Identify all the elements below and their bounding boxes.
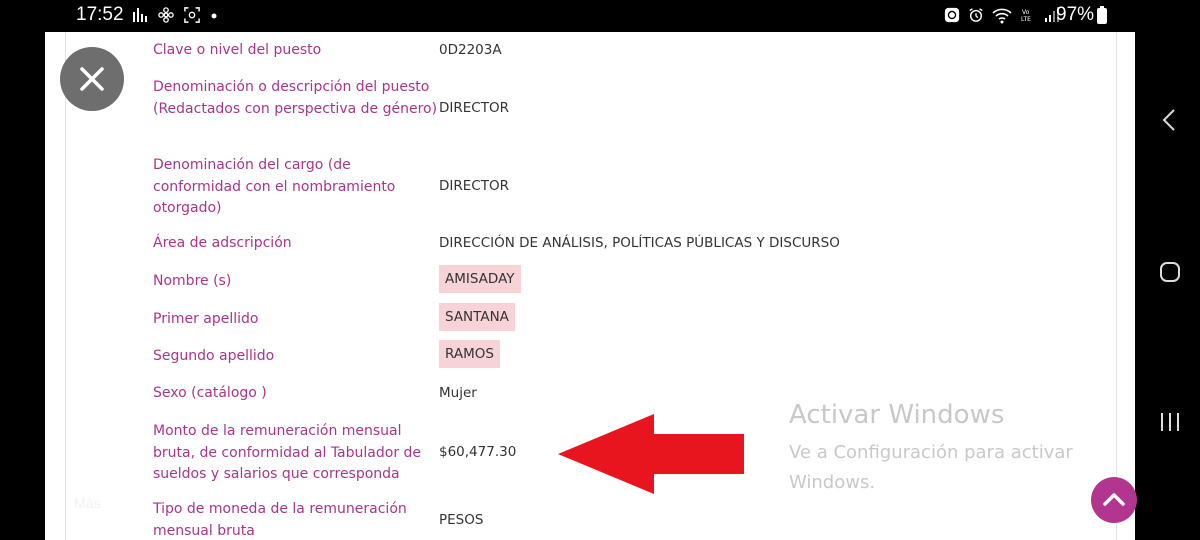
field-value-amount: $60,477.30 (439, 444, 517, 460)
more-label[interactable]: Más (74, 495, 100, 511)
field-value: Mujer (439, 385, 477, 401)
field-label: Primer apellido (153, 311, 259, 327)
close-icon (80, 67, 104, 91)
field-label: Clave o nivel del puesto (153, 42, 322, 58)
battery-icon (1097, 6, 1107, 24)
field-value: PESOS (439, 512, 484, 528)
field-label: Nombre (s) (153, 273, 232, 289)
recent-apps-icon[interactable] (1156, 408, 1184, 436)
svg-text:Vo: Vo (1022, 9, 1030, 16)
fan-icon (158, 7, 174, 23)
field-value: DIRECCIÓN DE ANÁLISIS, POLÍTICAS PÚBLICA… (439, 235, 840, 251)
status-bar: 17:52 Vo LTE 97% (0, 0, 1200, 32)
close-button[interactable] (60, 47, 124, 111)
svg-text:LTE: LTE (1021, 16, 1031, 23)
field-value: 0D2203A (439, 42, 502, 58)
field-value-highlighted: RAMOS (439, 340, 500, 368)
signal-activity-icon (133, 8, 147, 22)
alarm-badge-icon (944, 7, 960, 23)
status-right-icons: Vo LTE (944, 6, 1060, 24)
windows-activation-subtitle: Ve a Configuración para activar Windows. (789, 442, 1073, 493)
alarm-clock-icon (969, 8, 983, 22)
red-arrow-annotation (558, 414, 744, 494)
field-label: Área de adscripción (153, 235, 292, 251)
field-label: Denominación o descripción del puesto (R… (153, 79, 438, 117)
field-label: Sexo (catálogo ) (153, 385, 267, 401)
battery-percentage: 97% (1056, 4, 1095, 25)
chevron-up-icon (1103, 493, 1125, 506)
field-value: DIRECTOR (439, 178, 509, 194)
navigation-bar (1140, 32, 1200, 540)
home-icon[interactable] (1156, 258, 1184, 286)
back-icon[interactable] (1156, 106, 1184, 134)
field-label: Tipo de moneda de la remuneración mensua… (153, 501, 407, 539)
field-label: Segundo apellido (153, 348, 275, 364)
volte-icon: VoLTE (1021, 9, 1031, 23)
field-value-highlighted: SANTANA (439, 303, 515, 331)
wifi-icon (992, 8, 1012, 24)
status-left-icons (132, 6, 218, 24)
windows-activation-title: Activar Windows (789, 400, 1005, 430)
screenshot-icon (184, 7, 200, 23)
field-value-highlighted: AMISADAY (439, 265, 521, 293)
field-label: Monto de la remuneración mensual bruta, … (153, 423, 422, 482)
field-value: DIRECTOR (439, 100, 509, 116)
scroll-top-button[interactable] (1091, 477, 1137, 523)
field-label: Denominación del cargo (de conformidad c… (153, 157, 396, 216)
status-time: 17:52 (76, 4, 124, 25)
dot-icon (211, 13, 217, 19)
